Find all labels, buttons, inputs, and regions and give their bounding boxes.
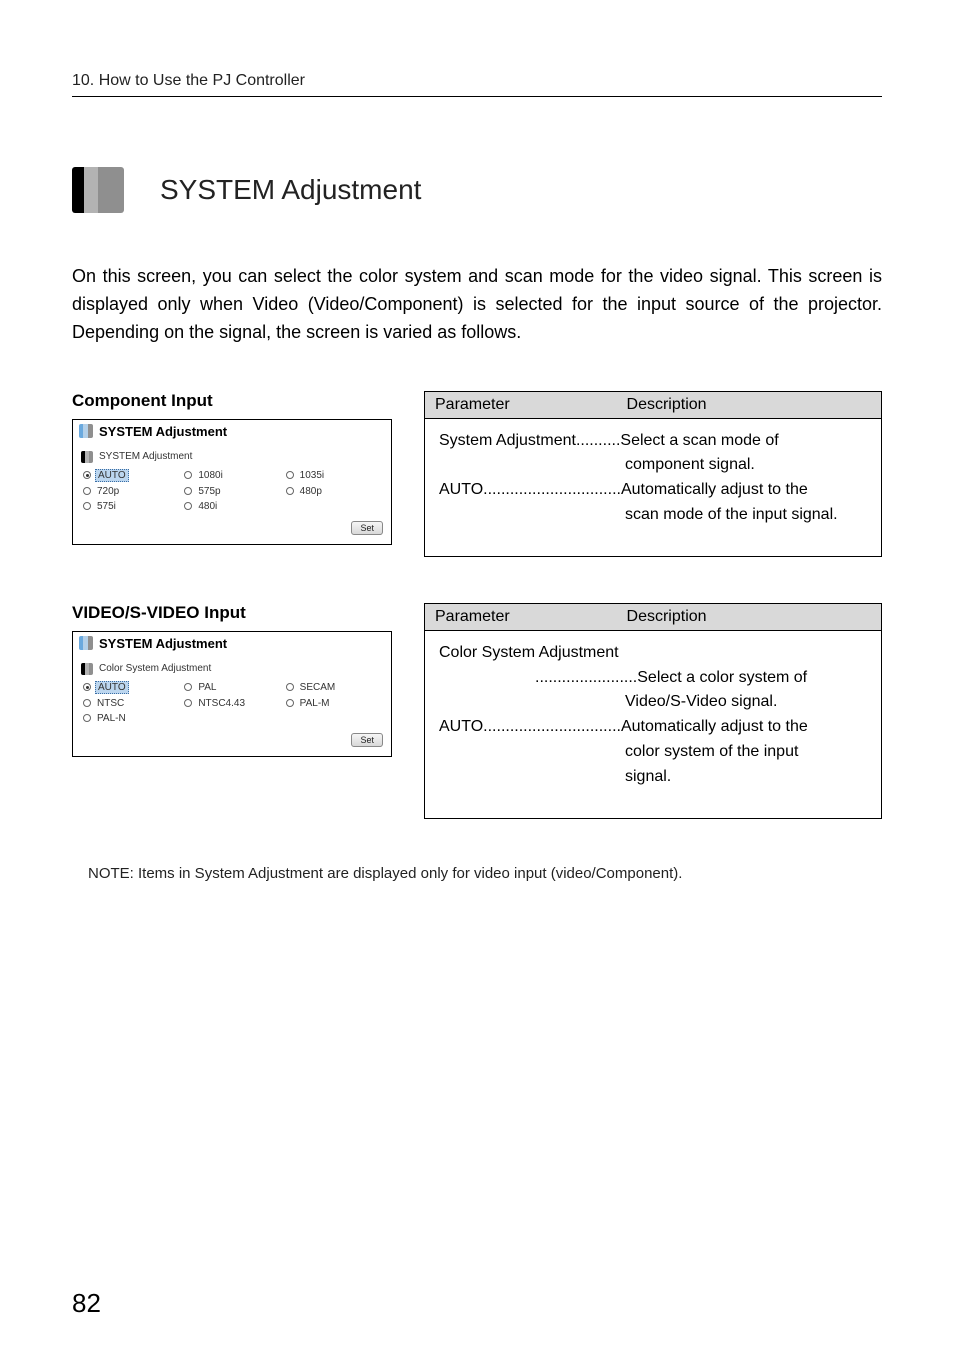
radio-pal-m[interactable]: PAL-M	[286, 698, 383, 709]
radio-dot-icon	[83, 683, 91, 691]
radio-dot-icon	[83, 699, 91, 707]
table-row: component signal.	[625, 453, 867, 478]
component-param-table: Parameter Description System Adjustment.…	[424, 391, 882, 557]
page-number: 82	[72, 1288, 101, 1319]
video-section: VIDEO/S-VIDEO Input SYSTEM Adjustment Co…	[72, 603, 882, 819]
panel-subtitle: SYSTEM Adjustment	[99, 451, 192, 462]
radio-dot-icon	[83, 714, 91, 722]
set-button[interactable]: Set	[351, 521, 383, 535]
radio-dot-icon	[83, 502, 91, 510]
panel-title: SYSTEM Adjustment	[99, 636, 227, 651]
radio-ntsc[interactable]: NTSC	[83, 698, 180, 709]
breadcrumb: 10. How to Use the PJ Controller	[72, 72, 882, 97]
table-row: AUTO...............................Autom…	[439, 715, 867, 740]
radio-dot-icon	[184, 502, 192, 510]
radio-480i[interactable]: 480i	[184, 501, 281, 512]
video-input-heading: VIDEO/S-VIDEO Input	[72, 603, 392, 623]
radio-575p[interactable]: 575p	[184, 486, 281, 497]
panel-titlebar: SYSTEM Adjustment	[73, 420, 391, 445]
title-icon	[72, 167, 124, 213]
radio-720p[interactable]: 720p	[83, 486, 180, 497]
radio-pal-n[interactable]: PAL-N	[83, 713, 180, 724]
radio-dot-icon	[83, 487, 91, 495]
radio-dot-icon	[184, 683, 192, 691]
table-row: scan mode of the input signal.	[625, 503, 867, 528]
radio-dot-icon	[286, 487, 294, 495]
panel-subtitle: Color System Adjustment	[99, 663, 211, 674]
table-row: Color System Adjustment	[439, 641, 867, 666]
radio-dot-icon	[286, 471, 294, 479]
radio-575i[interactable]: 575i	[83, 501, 180, 512]
radio-1035i[interactable]: 1035i	[286, 469, 383, 482]
video-panel: SYSTEM Adjustment Color System Adjustmen…	[72, 631, 392, 757]
radio-auto[interactable]: AUTO	[83, 469, 180, 482]
panel-subheader: Color System Adjustment	[81, 663, 383, 675]
component-radio-group: AUTO 1080i 1035i 720p 575p 480p 575i 480…	[81, 469, 383, 512]
table-row: System Adjustment..........Select a scan…	[439, 429, 867, 454]
intro-paragraph: On this screen, you can select the color…	[72, 263, 882, 347]
note-text: NOTE: Items in System Adjustment are dis…	[72, 865, 882, 882]
table-row: AUTO...............................Autom…	[439, 478, 867, 503]
panel-title-icon	[79, 636, 93, 650]
radio-dot-icon	[286, 699, 294, 707]
radio-dot-icon	[184, 699, 192, 707]
video-radio-group: AUTO PAL SECAM NTSC NTSC4.43 PAL-M PAL-N	[81, 681, 383, 724]
video-param-table: Parameter Description Color System Adjus…	[424, 603, 882, 819]
page-title: SYSTEM Adjustment	[160, 174, 421, 206]
component-panel: SYSTEM Adjustment SYSTEM Adjustment AUTO…	[72, 419, 392, 545]
radio-480p[interactable]: 480p	[286, 486, 383, 497]
radio-secam[interactable]: SECAM	[286, 681, 383, 694]
set-button[interactable]: Set	[351, 733, 383, 747]
section-title-row: SYSTEM Adjustment	[72, 167, 882, 213]
panel-title-icon	[79, 424, 93, 438]
radio-dot-icon	[83, 471, 91, 479]
panel-sub-icon	[81, 663, 93, 675]
radio-ntsc443[interactable]: NTSC4.43	[184, 698, 281, 709]
radio-1080i[interactable]: 1080i	[184, 469, 281, 482]
panel-subheader: SYSTEM Adjustment	[81, 451, 383, 463]
table-row: .......................Select a color sy…	[535, 666, 867, 691]
table-header-parameter: Parameter	[425, 392, 617, 418]
component-section: Component Input SYSTEM Adjustment SYSTEM…	[72, 391, 882, 557]
radio-pal[interactable]: PAL	[184, 681, 281, 694]
component-input-heading: Component Input	[72, 391, 392, 411]
panel-titlebar: SYSTEM Adjustment	[73, 632, 391, 657]
table-row: color system of the input	[625, 740, 867, 765]
table-row: Video/S-Video signal.	[625, 690, 867, 715]
table-row: signal.	[625, 765, 867, 790]
radio-dot-icon	[286, 683, 294, 691]
table-header-description: Description	[617, 604, 881, 630]
panel-title: SYSTEM Adjustment	[99, 424, 227, 439]
radio-auto[interactable]: AUTO	[83, 681, 180, 694]
panel-sub-icon	[81, 451, 93, 463]
table-header-parameter: Parameter	[425, 604, 617, 630]
radio-dot-icon	[184, 487, 192, 495]
table-header-description: Description	[617, 392, 881, 418]
radio-dot-icon	[184, 471, 192, 479]
